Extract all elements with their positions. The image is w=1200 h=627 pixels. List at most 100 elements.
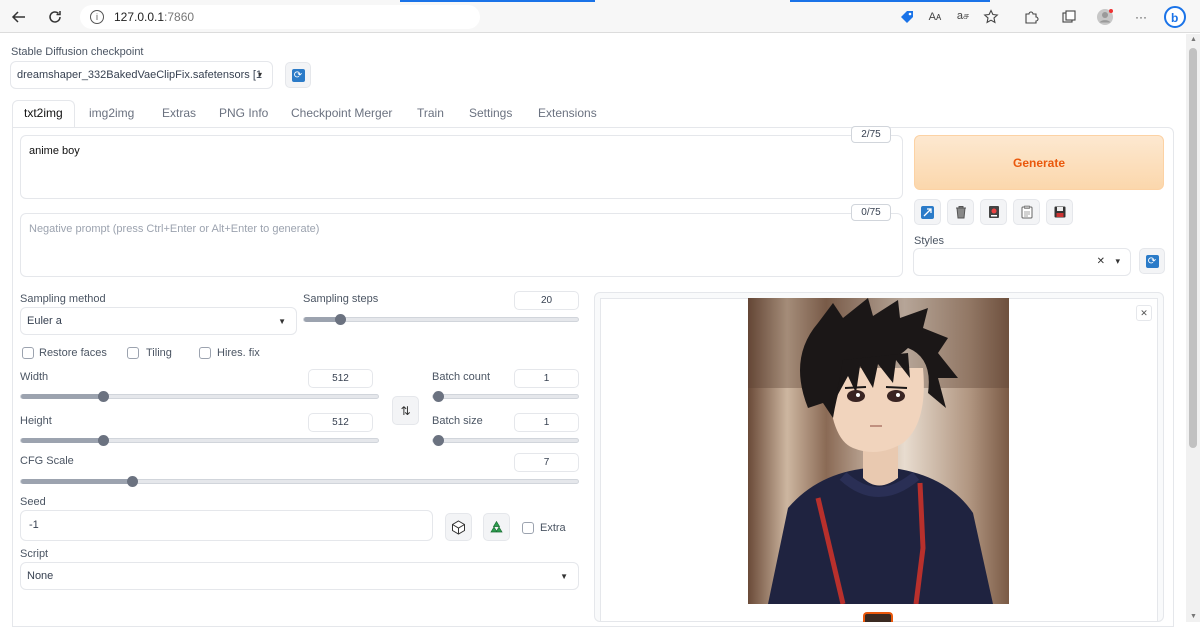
sampling-method-dropdown[interactable]: Euler a ▼	[20, 307, 297, 335]
refresh-checkpoint-button[interactable]: ⟳	[285, 62, 311, 88]
negative-prompt-textarea[interactable]: Negative prompt (press Ctrl+Enter or Alt…	[20, 213, 903, 277]
tab-extensions[interactable]: Extensions	[538, 106, 597, 120]
back-icon[interactable]	[8, 6, 30, 28]
refresh-icon: ⟳	[1145, 254, 1159, 268]
batch-count-input[interactable]: 1	[514, 369, 579, 388]
sampling-method-value: Euler a	[27, 315, 62, 327]
sampling-method-label: Sampling method	[20, 293, 106, 305]
hires-fix-checkbox[interactable]	[199, 347, 211, 359]
tab-train[interactable]: Train	[417, 106, 444, 120]
close-gallery-button[interactable]: ✕	[1136, 305, 1152, 321]
arrow-icon	[921, 205, 934, 219]
tab-png-info[interactable]: PNG Info	[219, 106, 268, 120]
height-slider[interactable]	[20, 435, 379, 446]
styles-dropdown[interactable]: ✕ ▾	[913, 248, 1131, 276]
extra-seed-checkbox[interactable]	[522, 522, 534, 534]
slider-fill	[21, 394, 103, 399]
read-params-button[interactable]	[914, 199, 941, 225]
width-slider[interactable]	[20, 391, 379, 402]
slider-thumb[interactable]	[98, 391, 109, 402]
slider-thumb[interactable]	[335, 314, 346, 325]
slider-fill	[21, 479, 132, 484]
tab-txt2img[interactable]: txt2img	[24, 106, 63, 120]
apply-style-button[interactable]	[1013, 199, 1040, 225]
trash-icon	[955, 206, 966, 219]
height-input[interactable]: 512	[308, 413, 373, 432]
batch-count-label: Batch count	[432, 371, 491, 383]
cfg-scale-input[interactable]: 7	[514, 453, 579, 472]
slider-thumb[interactable]	[433, 435, 444, 446]
clear-styles-icon[interactable]: ✕	[1097, 256, 1105, 267]
prompt-token-counter: 2/75	[851, 126, 891, 143]
slider-thumb[interactable]	[98, 435, 109, 446]
tag-icon[interactable]	[896, 6, 918, 28]
extra-seed-label: Extra	[540, 522, 566, 534]
checkpoint-dropdown[interactable]: dreamshaper_332BakedVaeClipFix.safetenso…	[10, 61, 273, 89]
sampling-steps-label: Sampling steps	[303, 293, 379, 305]
prompt-text: anime boy	[29, 145, 80, 157]
generate-button[interactable]: Generate	[914, 135, 1164, 190]
width-label: Width	[20, 371, 49, 383]
prompt-textarea[interactable]: anime boy	[20, 135, 903, 199]
page-scrollbar[interactable]: ▲ ▼	[1186, 34, 1200, 622]
favorite-icon[interactable]	[980, 6, 1002, 28]
clipboard-icon	[1021, 205, 1032, 219]
more-icon[interactable]: ···	[1130, 6, 1152, 28]
script-dropdown[interactable]: None ▼	[20, 562, 579, 590]
swap-dimensions-button[interactable]: ⇅	[392, 396, 419, 425]
refresh-styles-button[interactable]: ⟳	[1139, 248, 1165, 274]
reload-icon[interactable]	[44, 6, 66, 28]
tiling-checkbox[interactable]	[127, 347, 139, 359]
generated-image[interactable]	[748, 298, 1009, 605]
profile-avatar-icon[interactable]	[1094, 6, 1116, 28]
styles-label: Styles	[914, 235, 944, 247]
batch-size-slider[interactable]	[432, 435, 579, 446]
seed-label: Seed	[20, 496, 46, 508]
chevron-down-icon: ▾	[257, 70, 262, 79]
extensions-icon[interactable]	[1020, 6, 1042, 28]
chevron-down-icon: ▼	[278, 317, 286, 326]
batch-size-label: Batch size	[432, 415, 483, 427]
restore-faces-label: Restore faces	[39, 347, 107, 359]
negative-prompt-placeholder: Negative prompt (press Ctrl+Enter or Alt…	[29, 223, 320, 235]
anime-boy-image	[748, 298, 1009, 605]
browser-toolbar: i 127.0.0.1:7860 Aᴀ aச ··· b	[0, 0, 1200, 33]
negative-token-counter: 0/75	[851, 204, 891, 221]
tab-checkpoint-merger[interactable]: Checkpoint Merger	[291, 106, 392, 120]
tiling-label: Tiling	[146, 347, 172, 359]
scroll-thumb[interactable]	[1189, 48, 1197, 448]
read-aloud-icon[interactable]: Aᴀ	[924, 6, 946, 28]
restore-faces-checkbox[interactable]	[22, 347, 34, 359]
sampling-steps-input[interactable]: 20	[514, 291, 579, 310]
tab-strip-highlight-2	[790, 0, 990, 2]
scroll-down-arrow-icon[interactable]: ▼	[1190, 613, 1197, 620]
checkpoint-value: dreamshaper_332BakedVaeClipFix.safetenso…	[17, 69, 262, 81]
url-host: 127.0.0.1	[114, 10, 165, 24]
tab-settings[interactable]: Settings	[469, 106, 512, 120]
seed-input[interactable]: -1	[20, 510, 433, 541]
sampling-steps-slider[interactable]	[303, 314, 579, 325]
scroll-up-arrow-icon[interactable]: ▲	[1190, 36, 1197, 43]
hires-fix-label: Hires. fix	[217, 347, 260, 359]
clear-prompt-button[interactable]	[947, 199, 974, 225]
cfg-scale-slider[interactable]	[20, 476, 579, 487]
batch-count-slider[interactable]	[432, 391, 579, 402]
bing-chat-icon[interactable]: b	[1164, 6, 1186, 28]
height-label: Height	[20, 415, 52, 427]
slider-thumb[interactable]	[433, 391, 444, 402]
tab-img2img[interactable]: img2img	[89, 106, 134, 120]
random-seed-button[interactable]	[445, 513, 472, 541]
extra-networks-button[interactable]	[980, 199, 1007, 225]
save-style-button[interactable]	[1046, 199, 1073, 225]
slider-thumb[interactable]	[127, 476, 138, 487]
address-bar[interactable]: i 127.0.0.1:7860	[80, 5, 480, 29]
tab-extras[interactable]: Extras	[162, 106, 196, 120]
site-info-icon[interactable]: i	[90, 10, 104, 24]
batch-size-input[interactable]: 1	[514, 413, 579, 432]
gallery-thumbnail[interactable]	[863, 612, 893, 622]
width-input[interactable]: 512	[308, 369, 373, 388]
reuse-seed-button[interactable]	[483, 513, 510, 541]
translate-icon[interactable]: aச	[952, 6, 974, 28]
collections-icon[interactable]	[1058, 6, 1080, 28]
generate-label: Generate	[1012, 155, 1066, 170]
